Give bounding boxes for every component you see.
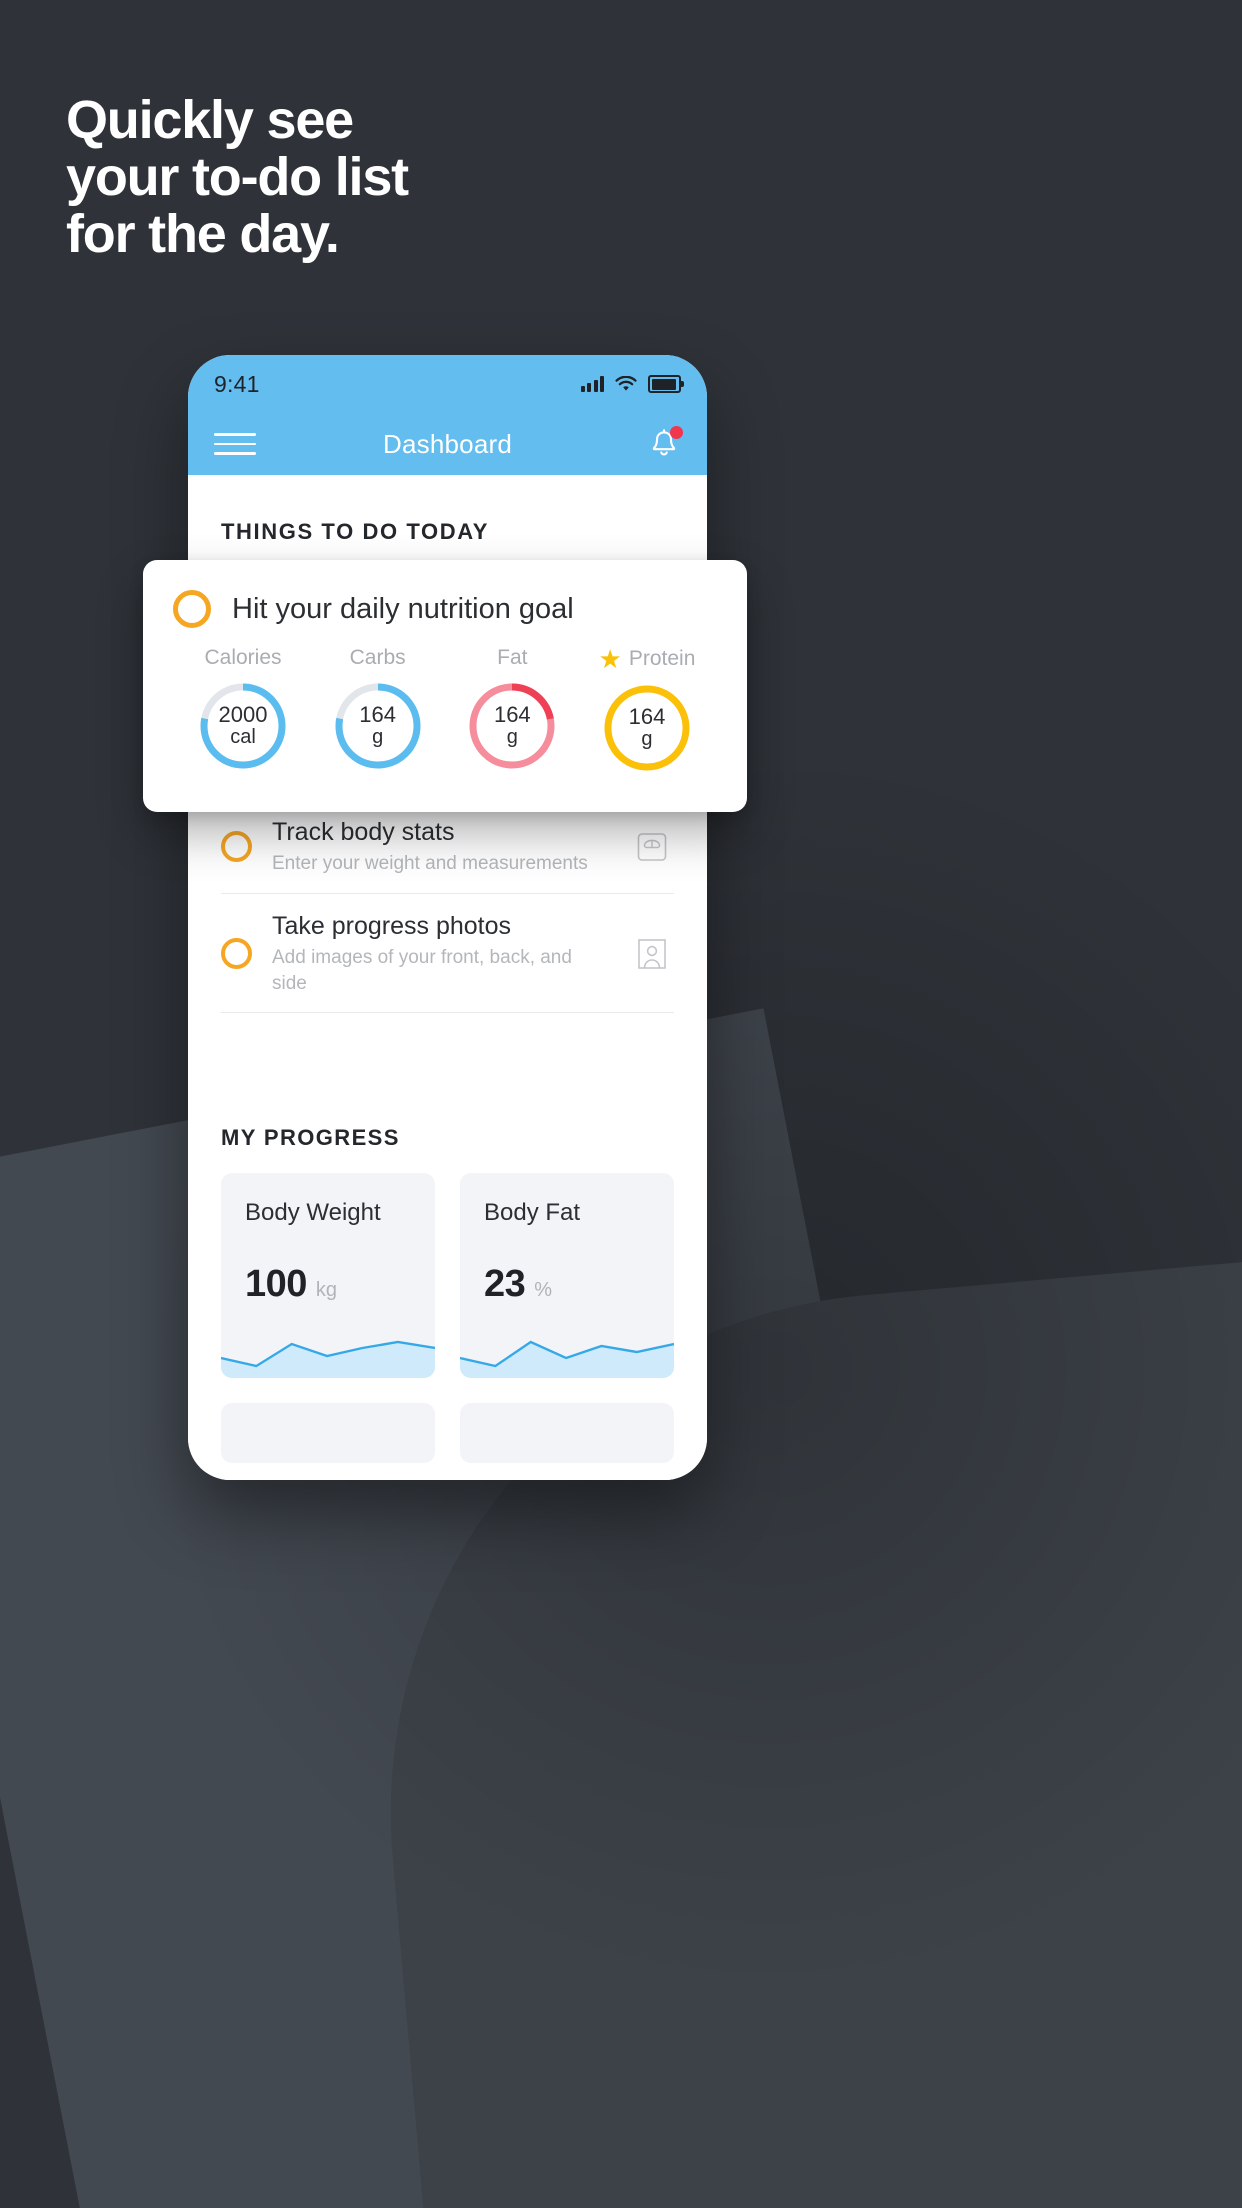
macro-unit: cal [230, 726, 256, 749]
progress-card-body-fat[interactable]: Body Fat 23 % [460, 1173, 674, 1379]
macro-progress-ring: 164 g [464, 678, 560, 774]
macro-unit: g [641, 728, 653, 751]
todo-title: Track body stats [272, 817, 455, 846]
hamburger-menu-icon[interactable] [214, 433, 256, 455]
notification-badge [670, 426, 683, 439]
macro-progress-ring: 164 g [330, 678, 426, 774]
phone-mockup: 9:41 Dashboard THINGS TO DO TODAY Track … [188, 355, 707, 1480]
macro-carbs[interactable]: Carbs 164 g [316, 646, 440, 776]
person-photo-icon [630, 932, 674, 976]
battery-icon [648, 375, 684, 393]
progress-card-partial[interactable] [221, 1403, 435, 1464]
checkbox-circle-icon[interactable] [221, 938, 252, 970]
checkbox-circle-icon[interactable] [221, 831, 252, 863]
macro-label: Carbs [349, 646, 406, 669]
macro-label: Calories [204, 646, 282, 669]
macro-ring-center: 164 g [330, 678, 426, 774]
marketing-headline: Quickly see your to-do list for the day. [66, 90, 826, 265]
macro-ring-center: 2000 cal [195, 678, 291, 774]
progress-card-value: 100 kg [245, 1263, 337, 1306]
todo-subtitle: Add images of your front, back, and side [272, 947, 572, 994]
progress-card-body-weight[interactable]: Body Weight 100 kg [221, 1173, 435, 1379]
headline-line-2: your to-do list [66, 147, 409, 208]
macro-label-text: Protein [628, 647, 696, 670]
progress-card-partial[interactable] [460, 1403, 674, 1464]
macro-protein[interactable]: ★ Protein 164 g [585, 646, 709, 776]
list-item[interactable]: Track body stats Enter your weight and m… [221, 800, 674, 894]
progress-section-heading: MY PROGRESS [221, 1125, 400, 1151]
macro-calories[interactable]: Calories 2000 cal [181, 646, 305, 776]
app-bar: Dashboard [188, 413, 707, 475]
macro-progress-ring: 164 g [599, 680, 695, 776]
macro-ring-group: Calories 2000 cal Carbs 164 g Fat 164 g … [173, 646, 717, 776]
todo-text: Take progress photos Add images of your … [272, 911, 610, 997]
progress-card-value: 23 % [484, 1263, 552, 1306]
headline-line-1: Quickly see [66, 90, 354, 150]
nutrition-card-title: Hit your daily nutrition goal [232, 592, 574, 625]
macro-value: 164 [359, 702, 397, 728]
status-icons [580, 375, 684, 393]
macro-unit: g [372, 726, 384, 749]
status-bar: 9:41 [188, 355, 707, 413]
progress-card-grid: Body Weight 100 kg Body Fat 23 % [188, 1151, 707, 1464]
macro-value: 2000 [218, 702, 268, 728]
macro-ring-center: 164 g [464, 678, 560, 774]
weight-scale-icon [630, 825, 674, 869]
sparkline-chart-body-weight [221, 1314, 435, 1379]
status-time: 9:41 [214, 370, 260, 397]
todo-title: Take progress photos [272, 911, 512, 940]
macro-progress-ring: 2000 cal [195, 678, 291, 774]
progress-card-title: Body Weight [245, 1199, 381, 1227]
nutrition-goal-card[interactable]: Hit your daily nutrition goal Calories 2… [143, 560, 747, 812]
progress-card-title: Body Fat [484, 1199, 581, 1227]
macro-fat[interactable]: Fat 164 g [450, 646, 574, 776]
list-item[interactable]: Take progress photos Add images of your … [221, 894, 674, 1014]
cellular-signal-icon [580, 376, 604, 392]
wifi-icon [615, 376, 637, 392]
macro-label: Fat [497, 646, 528, 669]
headline-line-3: for the day. [66, 204, 340, 265]
macro-value: 164 [628, 704, 666, 730]
star-icon: ★ [598, 644, 622, 674]
nutrition-card-header: Hit your daily nutrition goal [173, 590, 717, 628]
macro-unit: g [506, 726, 518, 749]
macro-label: ★ Protein [585, 646, 709, 672]
bell-icon[interactable] [647, 426, 683, 461]
progress-card-number: 100 [245, 1263, 307, 1306]
progress-card-number: 23 [484, 1263, 526, 1306]
progress-card-unit: kg [315, 1279, 338, 1302]
macro-ring-center: 164 g [599, 680, 695, 776]
todo-section-heading: THINGS TO DO TODAY [221, 519, 489, 544]
macro-value: 164 [493, 702, 531, 728]
sparkline-chart-body-fat [460, 1314, 674, 1379]
todo-subtitle: Enter your weight and measurements [272, 853, 588, 875]
progress-card-unit: % [534, 1279, 553, 1302]
todo-text: Track body stats Enter your weight and m… [272, 817, 610, 877]
checkbox-circle-icon[interactable] [173, 590, 211, 628]
page-title: Dashboard [383, 428, 512, 459]
